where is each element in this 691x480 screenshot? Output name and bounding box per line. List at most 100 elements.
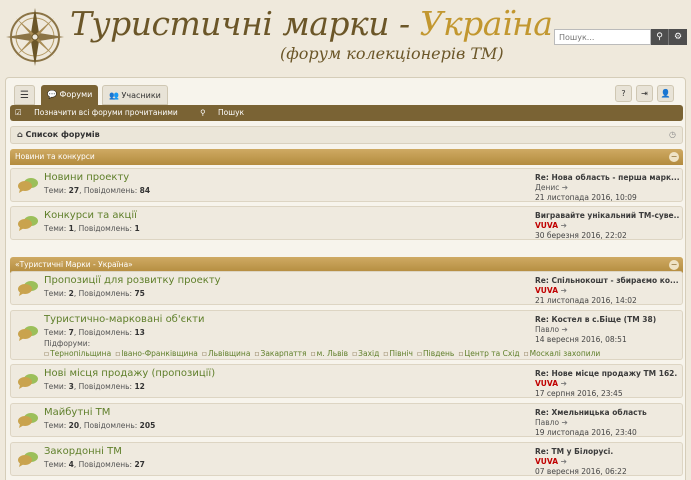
last-post-title-link[interactable]: Вигравайте унікальний ТМ-суве... xyxy=(535,211,680,221)
subforum-link[interactable]: Центр та Схід xyxy=(458,349,519,358)
last-post-author-link[interactable]: VUVA ➔ xyxy=(535,286,680,296)
search-input[interactable] xyxy=(554,29,651,45)
last-post-author-link[interactable]: VUVA ➔ xyxy=(535,379,680,389)
site-title[interactable]: Туристичні марки - Україна xyxy=(70,4,553,43)
advanced-search-button[interactable]: ⚙ xyxy=(669,29,687,45)
topics-count: 27 xyxy=(68,186,80,195)
topics-count: 20 xyxy=(68,421,80,430)
forum-stats: Теми: 20, Повідомлень: 205 xyxy=(44,421,155,430)
posts-count: 27 xyxy=(134,460,145,469)
menu-button[interactable]: ☰ xyxy=(14,85,35,105)
arrow-right-icon[interactable]: ➔ xyxy=(561,325,567,334)
subforum-link[interactable]: Москалі захопили xyxy=(524,349,601,358)
forum-name-link[interactable]: Новини проекту xyxy=(44,172,129,183)
tab-members[interactable]: 👥 Учасники xyxy=(102,85,168,105)
subforum-link[interactable]: Захід xyxy=(352,349,379,358)
subforum-link[interactable]: Північ xyxy=(383,349,413,358)
forum-bubbles-icon xyxy=(18,178,38,193)
last-post-date: 14 вересня 2016, 08:51 xyxy=(535,335,627,344)
last-post-date: 21 листопада 2016, 10:09 xyxy=(535,193,637,202)
forum-bubbles-icon xyxy=(18,452,38,467)
forum-name-link[interactable]: Конкурси та акції xyxy=(44,210,137,221)
topics-label: Теми: xyxy=(44,186,69,195)
last-post: Re: Хмельницька область Павло ➔ 19 листопа… xyxy=(535,408,680,438)
tab-forums-label: Форуми xyxy=(59,90,93,99)
search-button[interactable]: ⚲ xyxy=(651,29,669,45)
last-post: Re: ТМ у Білорусі. VUVA ➔ 07 вересня 2016,… xyxy=(535,447,680,477)
site-subtitle: (форум колекціонерів ТМ) xyxy=(280,44,504,63)
last-post-date: 07 вересня 2016, 06:22 xyxy=(535,467,627,476)
forum-name-link[interactable]: Туристично-марковані об'єкти xyxy=(44,314,204,325)
topics-label: Теми: xyxy=(44,224,69,233)
last-post-title-link[interactable]: Re: Хмельницька область xyxy=(535,408,680,418)
last-post-author-link[interactable]: VUVA ➔ xyxy=(535,457,680,467)
last-post-author-link[interactable]: Павло ➔ xyxy=(535,325,680,335)
site-header: Туристичні марки - Україна (форум колекц… xyxy=(0,0,691,76)
compass-logo-icon[interactable] xyxy=(4,6,66,68)
last-post-title-link[interactable]: Re: Нове місце продажу ТМ 162. xyxy=(535,369,680,379)
last-post-title-link[interactable]: Re: Спільнокошт - збираємо ко... xyxy=(535,276,680,286)
forum-name-link[interactable]: Нові місця продажу (пропозиції) xyxy=(44,368,215,379)
last-post-author-link[interactable]: Павло ➔ xyxy=(535,418,680,428)
breadcrumb: ⌂ Список форумів ◷ xyxy=(10,126,683,144)
forum-row: Пропозиції для розвитку проекту Теми: 2, … xyxy=(10,271,683,305)
arrow-right-icon[interactable]: ➔ xyxy=(561,286,567,295)
collapse-icon[interactable]: − xyxy=(669,260,679,270)
forum-bubbles-icon xyxy=(18,374,38,389)
subforum-link[interactable]: Тернопільщина xyxy=(44,349,111,358)
forum-row: Туристично-марковані об'єкти Теми: 7, Пов… xyxy=(10,310,683,360)
last-post-author-link[interactable]: VUVA ➔ xyxy=(535,221,680,231)
forum-stats: Теми: 3, Повідомлень: 12 xyxy=(44,382,145,391)
arrow-right-icon[interactable]: ➔ xyxy=(561,379,567,388)
arrow-right-icon[interactable]: ➔ xyxy=(562,183,568,192)
speech-bubble-icon: 💬 xyxy=(47,90,57,99)
subforum-link[interactable]: м. Львів xyxy=(311,349,349,358)
posts-label: , Повідомлень: xyxy=(73,224,135,233)
arrow-right-icon[interactable]: ➔ xyxy=(561,418,567,427)
posts-label: , Повідомлень: xyxy=(79,186,140,195)
search-icon: ⚲ xyxy=(656,32,663,42)
breadcrumb-forum-index[interactable]: Список форумів xyxy=(26,130,100,139)
collapse-icon[interactable]: − xyxy=(669,152,679,162)
last-post: Вигравайте унікальний ТМ-суве... VUVA ➔ 30… xyxy=(535,211,680,241)
subforum-link[interactable]: Південь xyxy=(417,349,454,358)
help-button[interactable]: ? xyxy=(615,85,632,102)
mark-read-link[interactable]: ☑ Позначити всі форуми прочитаними xyxy=(15,108,188,117)
topics-label: Теми: xyxy=(44,289,69,298)
hamburger-icon: ☰ xyxy=(20,90,29,101)
forum-bubbles-icon xyxy=(18,216,38,231)
posts-label: , Повідомлень: xyxy=(73,289,135,298)
forum-row: Закордонні ТМ Теми: 4, Повідомлень: 27 Re:… xyxy=(10,442,683,476)
last-post-title-link[interactable]: Re: Костел в с.Біще (ТМ 38) xyxy=(535,315,680,325)
arrow-right-icon[interactable]: ➔ xyxy=(561,221,567,230)
category-title[interactable]: «Туристичні Марки - Україна» xyxy=(15,260,133,269)
last-post-author-link[interactable]: Денис ➔ xyxy=(535,183,680,193)
tab-forums[interactable]: 💬 Форуми xyxy=(41,85,99,105)
check-square-icon: ☑ xyxy=(15,108,22,117)
last-post: Re: Костел в с.Біще (ТМ 38) Павло ➔ 14 вер… xyxy=(535,315,680,345)
forum-name-link[interactable]: Майбутні ТМ xyxy=(44,407,110,418)
forum-name-link[interactable]: Закордонні ТМ xyxy=(44,446,122,457)
login-button[interactable]: ⇥ xyxy=(636,85,653,102)
subforum-link[interactable]: Закарпаття xyxy=(254,349,306,358)
search-link-label: Пошук xyxy=(218,108,245,117)
category-title[interactable]: Новини та конкурси xyxy=(15,152,95,161)
search-link[interactable]: ⚲ Пошук xyxy=(200,108,254,117)
forum-panel: ☰ 💬 Форуми 👥 Учасники ? ⇥ 👤 ☑ Позначити … xyxy=(5,77,686,480)
user-plus-icon: 👤 xyxy=(660,89,671,98)
last-post-date: 17 серпня 2016, 23:45 xyxy=(535,389,623,398)
register-button[interactable]: 👤 xyxy=(657,85,674,102)
last-post: Re: Нова область - перша марк... Денис ➔ 2… xyxy=(535,173,680,203)
subforum-link[interactable]: Івано-Франківщина xyxy=(115,349,198,358)
clock-icon: ◷ xyxy=(669,130,676,139)
forum-row: Нові місця продажу (пропозиції) Теми: 3, … xyxy=(10,364,683,398)
arrow-right-icon[interactable]: ➔ xyxy=(561,457,567,466)
last-post-title-link[interactable]: Re: ТМ у Білорусі. xyxy=(535,447,680,457)
category-header[interactable]: Новини та конкурси − xyxy=(10,149,683,165)
subforum-link[interactable]: Львівщина xyxy=(202,349,251,358)
forum-name-link[interactable]: Пропозиції для розвитку проекту xyxy=(44,275,221,286)
last-post: Re: Нове місце продажу ТМ 162. VUVA ➔ 17 с… xyxy=(535,369,680,399)
last-post-date: 19 листопада 2016, 23:40 xyxy=(535,428,637,437)
last-post-title-link[interactable]: Re: Нова область - перша марк... xyxy=(535,173,680,183)
last-post-date: 21 листопада 2016, 14:02 xyxy=(535,296,637,305)
